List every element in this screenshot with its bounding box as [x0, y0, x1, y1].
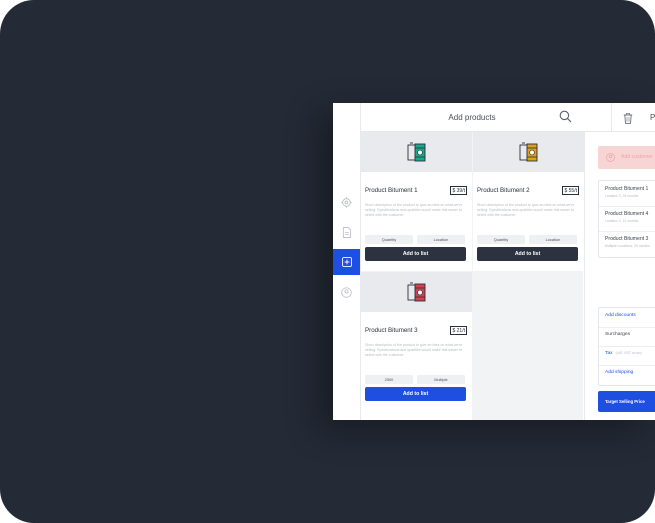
divider — [599, 346, 655, 347]
product-card: Product Bitument 3 $ 21/t Short descript… — [361, 272, 472, 420]
list-item[interactable]: Product Bitument 1 Location 3, 25 months — [599, 181, 655, 207]
list-item-name: Product Bitument 4 — [605, 211, 649, 217]
account-icon — [341, 286, 352, 298]
product-card: Product Bitument 2 $ 55/t Short descript… — [473, 132, 584, 271]
location-field[interactable]: Multiple — [417, 375, 465, 384]
list-item-name: Product Bitument 3 — [605, 236, 649, 242]
top-bar: Add products P — [361, 103, 655, 132]
product-description: Short description of the product to give… — [365, 203, 463, 218]
add-customer-label: Add customer — [621, 154, 654, 160]
sidebar — [333, 103, 361, 420]
product-name: Product Bitument 1 — [365, 187, 418, 194]
delete-button[interactable] — [623, 111, 633, 129]
target-selling-price-button[interactable]: Target Selling Price — [598, 391, 655, 412]
top-bar-divider — [611, 103, 612, 131]
add-to-list-button[interactable]: Add to list — [365, 247, 466, 261]
product-image — [361, 272, 472, 312]
barrel-icon — [519, 142, 537, 162]
add-to-list-button[interactable]: Add to list — [477, 247, 578, 261]
product-image — [361, 132, 472, 172]
quantity-field[interactable]: Quantity — [477, 235, 525, 244]
price-badge: $ 21/t — [450, 326, 467, 335]
customer-icon — [606, 153, 615, 162]
quantity-field[interactable]: 2500 — [365, 375, 413, 384]
sidebar-item-settings[interactable] — [333, 189, 360, 215]
barrel-icon — [407, 282, 425, 302]
list-item[interactable]: Product Bitument 4 Location 3, 12 months — [599, 206, 655, 232]
price-badge: $ 39/t — [450, 186, 467, 195]
product-description: Short description of the product to give… — [477, 203, 575, 218]
divider — [599, 365, 655, 366]
add-square-icon — [341, 257, 352, 267]
tax-note: (VAT, GST no tax) — [615, 351, 642, 355]
app-window: Add products P Product Bitument 1 $ 39/t… — [333, 103, 655, 420]
product-grid: Product Bitument 1 $ 39/t Short descript… — [361, 132, 584, 420]
sidebar-item-account[interactable] — [333, 279, 360, 305]
product-name: Product Bitument 2 — [477, 187, 530, 194]
product-name: Product Bitument 3 — [365, 327, 418, 334]
list-item-details: Location 3, 12 months — [605, 219, 639, 223]
list-item-details: Location 3, 25 months — [605, 194, 639, 198]
barrel-icon — [407, 142, 425, 162]
pricing-options: Add discounts Surcharges Tax (VAT, GST no… — [598, 307, 655, 386]
price-badge: $ 55/t — [562, 186, 579, 195]
search-icon — [559, 110, 572, 123]
panel-title: P — [650, 113, 655, 122]
search-button[interactable] — [559, 110, 572, 128]
surcharges-label[interactable]: Surcharges — [605, 332, 630, 337]
list-item[interactable]: Product Bitument 3 Multiple Locations, 2… — [599, 231, 655, 256]
location-field[interactable]: Location — [417, 235, 465, 244]
list-item-name: Product Bitument 1 — [605, 186, 649, 192]
location-field[interactable]: Location — [529, 235, 577, 244]
product-image — [473, 132, 584, 172]
sidebar-item-add-products[interactable] — [333, 249, 360, 275]
tax-label: Tax — [605, 351, 613, 356]
quantity-field[interactable]: Quantity — [365, 235, 413, 244]
page-title: Add products — [448, 113, 496, 122]
sidebar-item-documents[interactable] — [333, 219, 360, 245]
product-description: Short description of the product to give… — [365, 343, 463, 358]
add-discounts-link[interactable]: Add discounts — [605, 313, 636, 318]
target-selling-price-label: Target Selling Price — [605, 399, 645, 404]
settings-icon — [341, 196, 352, 208]
product-card: Product Bitument 1 $ 39/t Short descript… — [361, 132, 472, 271]
divider — [599, 327, 655, 328]
selected-products-list: Product Bitument 1 Location 3, 25 months… — [598, 180, 655, 258]
add-shipping-link[interactable]: Add shipping — [605, 370, 633, 375]
order-panel: Add customer Product Bitument 1 Location… — [584, 132, 655, 420]
add-to-list-button[interactable]: Add to list — [365, 387, 466, 401]
document-icon — [342, 226, 351, 238]
trash-icon — [623, 113, 633, 124]
tax-row[interactable]: Tax (VAT, GST no tax) — [605, 351, 642, 356]
background-frame: Add products P Product Bitument 1 $ 39/t… — [0, 0, 655, 523]
list-item-details: Multiple Locations, 25 months — [605, 244, 650, 248]
add-customer-button[interactable]: Add customer — [598, 146, 655, 169]
